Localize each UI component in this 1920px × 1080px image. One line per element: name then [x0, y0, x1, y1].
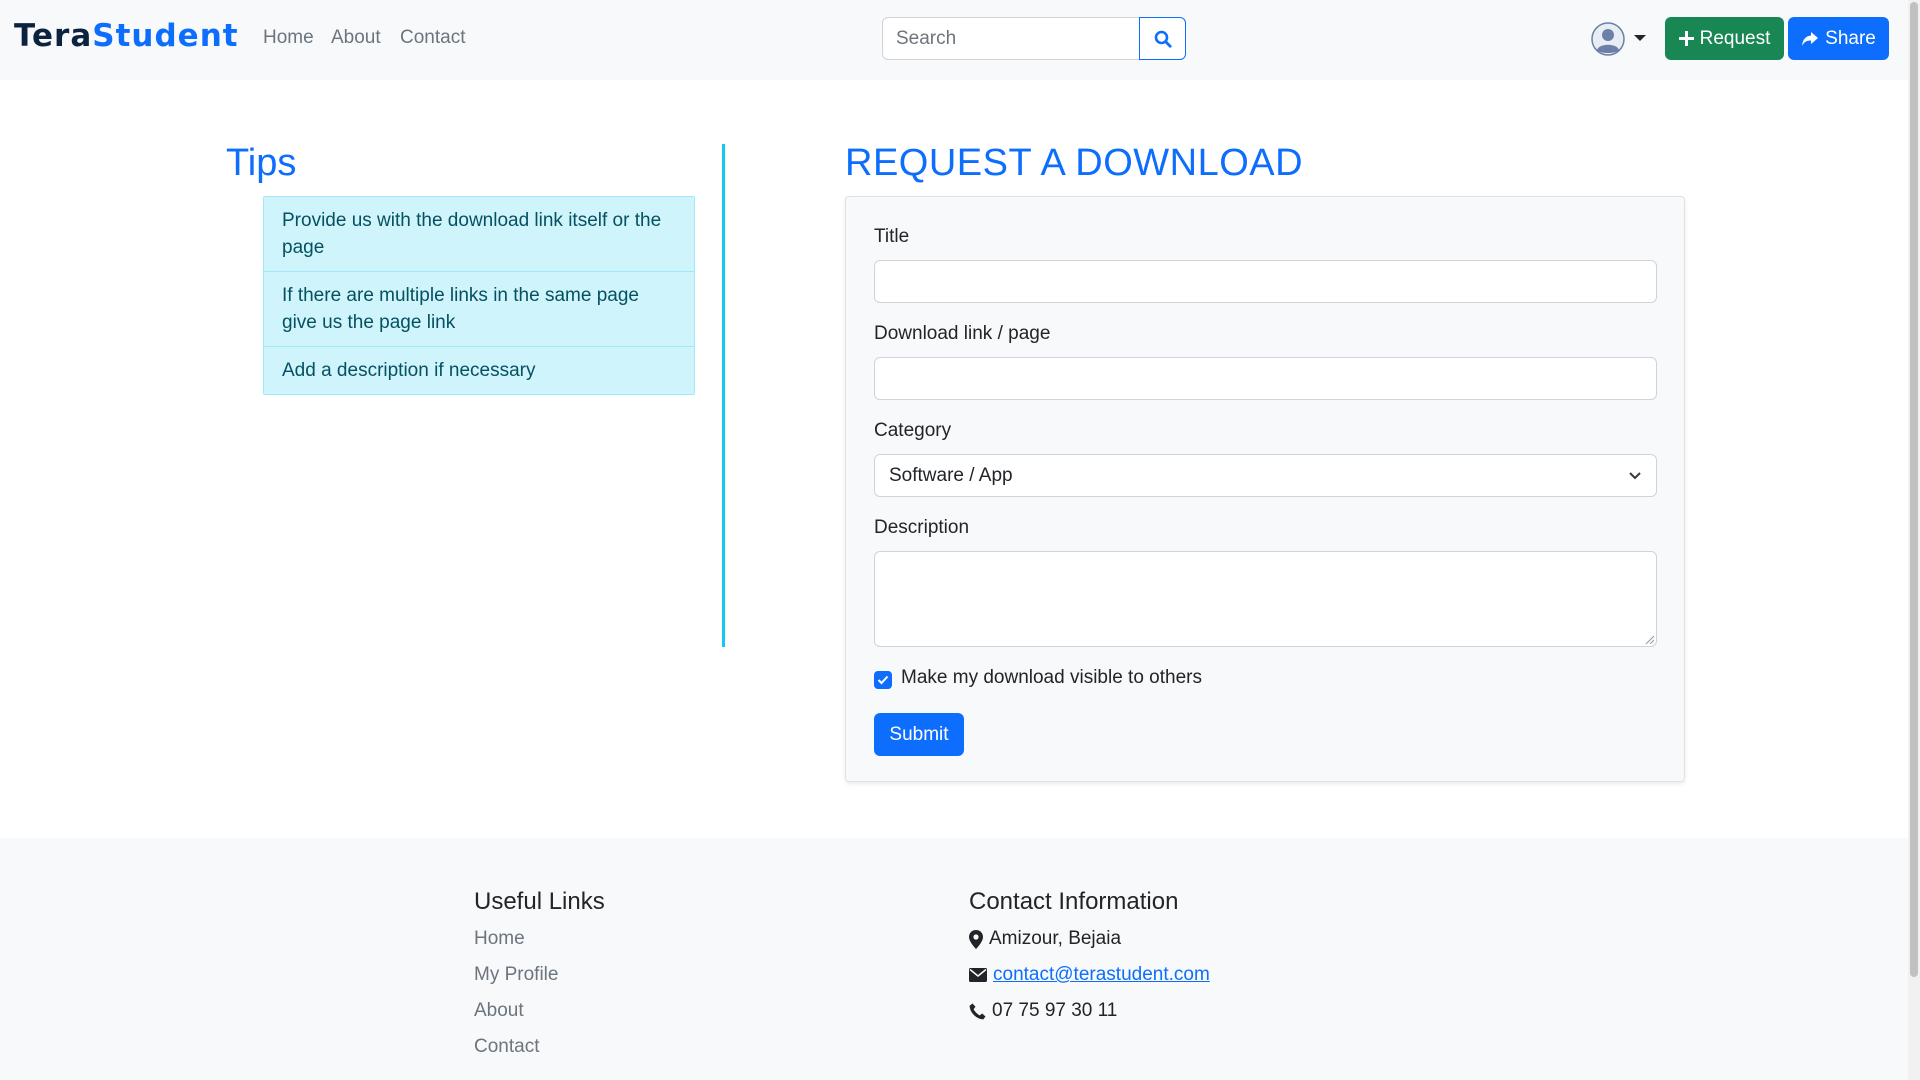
contact-phone: 07 75 97 30 11	[969, 1000, 1117, 1022]
search-button[interactable]	[1139, 17, 1186, 60]
category-select[interactable]: Software / App	[874, 454, 1657, 497]
vertical-divider	[722, 144, 725, 647]
share-icon	[1802, 31, 1819, 46]
map-pin-icon	[969, 929, 983, 949]
nav-link-contact[interactable]: Contact	[400, 27, 465, 49]
share-button[interactable]: Share	[1788, 17, 1889, 60]
description-label: Description	[874, 517, 970, 538]
chevron-down-icon	[1629, 471, 1641, 479]
tip-item: Provide us with the download link itself…	[264, 197, 694, 272]
tip-item: Add a description if necessary	[264, 347, 694, 394]
request-button-label: Request	[1699, 27, 1771, 49]
download-link-input[interactable]	[874, 357, 1657, 400]
footer-link-contact[interactable]: Contact	[474, 1036, 539, 1058]
scrollbar-thumb[interactable]	[1910, 2, 1918, 977]
tips-list: Provide us with the download link itself…	[263, 196, 695, 395]
category-label: Category	[874, 420, 952, 441]
tip-item: If there are multiple links in the same …	[264, 272, 694, 347]
category-select-value: Software / App	[889, 464, 1013, 486]
request-button[interactable]: Request	[1665, 17, 1784, 60]
footer: Useful Links Home My Profile About Conta…	[0, 838, 1908, 1080]
brand-suffix: Student	[92, 18, 239, 54]
contact-address-text: Amizour, Bejaia	[989, 928, 1122, 949]
search-input[interactable]	[882, 17, 1140, 60]
brand-prefix: Tera	[14, 18, 93, 54]
visible-checkbox-label[interactable]: Make my download visible to others	[901, 667, 1202, 689]
plus-icon	[1678, 31, 1694, 46]
page-scrollbar[interactable]	[1908, 0, 1920, 1080]
title-input[interactable]	[874, 260, 1657, 303]
contact-info-title: Contact Information	[969, 888, 1179, 915]
chevron-down-icon	[1634, 35, 1646, 41]
submit-button[interactable]: Submit	[874, 713, 964, 756]
brand-logo[interactable]: TeraStudent	[14, 18, 239, 54]
footer-link-about[interactable]: About	[474, 1000, 524, 1022]
phone-icon	[969, 1003, 986, 1019]
request-form: Title Download link / page Category Soft…	[845, 196, 1685, 782]
contact-phone-text: 07 75 97 30 11	[992, 1000, 1118, 1021]
envelope-icon	[969, 968, 987, 982]
tips-title: Tips	[226, 142, 297, 184]
footer-link-my-profile[interactable]: My Profile	[474, 964, 558, 986]
contact-email: contact@terastudent.com	[969, 964, 1210, 986]
title-label: Title	[874, 226, 910, 247]
resize-handle-icon[interactable]	[1644, 634, 1654, 644]
form-title: REQUEST A DOWNLOAD	[845, 142, 1304, 184]
useful-links-title: Useful Links	[474, 888, 605, 915]
share-button-label: Share	[1825, 27, 1876, 49]
checkmark-icon	[877, 675, 889, 685]
footer-link-home[interactable]: Home	[474, 928, 525, 950]
navbar: TeraStudent Home About Contact Request S…	[0, 0, 1908, 80]
search-icon	[1154, 30, 1172, 48]
user-avatar-icon	[1591, 22, 1625, 56]
download-link-label: Download link / page	[874, 323, 1051, 344]
visible-checkbox[interactable]	[874, 671, 892, 689]
nav-link-about[interactable]: About	[331, 27, 381, 49]
contact-address: Amizour, Bejaia	[969, 928, 1121, 950]
contact-email-link[interactable]: contact@terastudent.com	[993, 964, 1210, 986]
description-textarea[interactable]	[874, 551, 1657, 647]
nav-link-home[interactable]: Home	[263, 27, 314, 49]
